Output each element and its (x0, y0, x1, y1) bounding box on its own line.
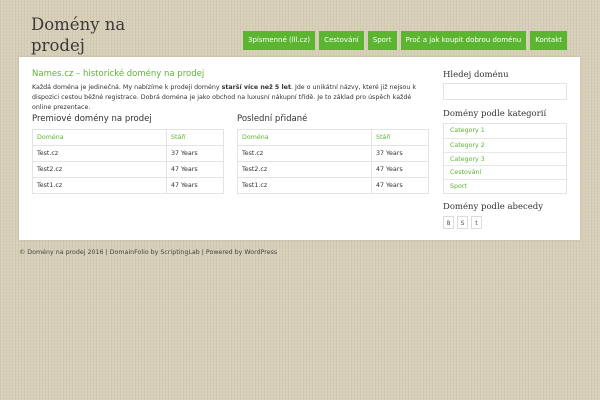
table-row: Test1.cz 47 Years (32, 177, 224, 194)
letter-button[interactable]: S (457, 216, 468, 229)
table-row: Test.cz 37 Years (32, 145, 224, 162)
intro-text: Každá doména je jedinečná. My nabízíme k… (32, 84, 416, 111)
content-panel: Names.cz – historické domény na prodej K… (19, 57, 580, 240)
domain-cell[interactable]: Test2.cz (32, 161, 167, 178)
category-link[interactable]: Category 2 (444, 137, 566, 152)
category-link[interactable]: Category 1 (444, 124, 566, 138)
column-header-domain[interactable]: Doména (32, 129, 167, 146)
alphabet-list: 8 S t (443, 216, 482, 229)
recent-title: Poslední přidané (237, 114, 308, 124)
category-list: Category 1 Category 2 Category 3 Cestová… (443, 123, 567, 194)
search-title: Hledej doménu (443, 70, 509, 80)
recent-table: Doména Stáří Test.cz 37 Years Test2.cz 4… (237, 129, 429, 194)
age-cell: 47 Years (371, 177, 429, 194)
premium-title: Premiové domény na prodej (32, 114, 152, 124)
column-header-age[interactable]: Stáří (371, 129, 429, 146)
age-cell: 37 Years (371, 145, 429, 162)
category-link[interactable]: Cestování (444, 165, 566, 179)
nav-item-kontakt[interactable]: Kontakt (530, 31, 567, 50)
intro-title: Names.cz – historické domény na prodej (32, 69, 205, 79)
category-link[interactable]: Sport (444, 179, 566, 193)
column-header-domain[interactable]: Doména (237, 129, 372, 146)
table-row: Test.cz 37 Years (237, 145, 429, 162)
age-cell: 47 Years (166, 177, 224, 194)
search-input[interactable] (443, 83, 567, 100)
domain-cell[interactable]: Test.cz (32, 145, 167, 162)
domain-cell[interactable]: Test2.cz (237, 161, 372, 178)
column-header-age[interactable]: Stáří (166, 129, 224, 146)
letter-button[interactable]: 8 (443, 216, 454, 229)
nav-item-cestovani[interactable]: Cestování (319, 31, 364, 50)
site-title[interactable]: Domény na prodej (31, 14, 171, 56)
domain-cell[interactable]: Test1.cz (32, 177, 167, 194)
main-nav: 3písmenné (lll.cz) Cestování Sport Proč … (242, 31, 567, 50)
categories-title: Domény podle kategorií (443, 109, 547, 119)
table-header-row: Doména Stáří (32, 129, 224, 146)
nav-item-3pismenne[interactable]: 3písmenné (lll.cz) (242, 31, 316, 50)
table-row: Test2.cz 47 Years (32, 161, 224, 178)
domain-cell[interactable]: Test.cz (237, 145, 372, 162)
nav-item-proc-a-jak[interactable]: Proč a jak koupit dobrou doménu (400, 31, 527, 50)
age-cell: 47 Years (371, 161, 429, 178)
category-link[interactable]: Category 3 (444, 151, 566, 166)
letter-button[interactable]: t (471, 216, 482, 229)
footer-text: © Domény na prodej 2016 | DomainFolio by… (19, 249, 278, 256)
premium-table: Doména Stáří Test.cz 37 Years Test2.cz 4… (32, 129, 224, 194)
domain-cell[interactable]: Test1.cz (237, 177, 372, 194)
table-row: Test1.cz 47 Years (237, 177, 429, 194)
table-row: Test2.cz 47 Years (237, 161, 429, 178)
alphabet-title: Domény podle abecedy (443, 202, 544, 212)
age-cell: 47 Years (166, 161, 224, 178)
nav-item-sport[interactable]: Sport (367, 31, 397, 50)
age-cell: 37 Years (166, 145, 224, 162)
table-header-row: Doména Stáří (237, 129, 429, 146)
